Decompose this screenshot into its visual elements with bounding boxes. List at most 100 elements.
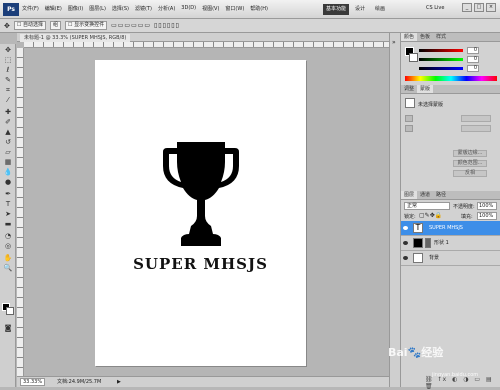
workspace-painting-button[interactable]: 绘画 — [372, 4, 388, 15]
auto-select-checkbox[interactable]: ☐ 自动选择 — [13, 21, 46, 30]
tab-paths[interactable]: 路径 — [433, 191, 449, 199]
eye-icon[interactable] — [403, 226, 408, 230]
feather-field[interactable] — [461, 125, 491, 132]
marquee-tool-icon[interactable]: ⬚ — [3, 56, 13, 65]
3d-rotate-tool-icon[interactable]: ◔ — [3, 232, 13, 241]
layer-row[interactable]: T SUPER MHSJS — [401, 221, 500, 236]
red-slider[interactable] — [419, 49, 463, 52]
eyedropper-tool-icon[interactable]: ⁄ — [3, 96, 13, 105]
tab-styles[interactable]: 样式 — [433, 33, 449, 41]
pixel-mask-icon[interactable] — [405, 115, 413, 122]
quick-select-tool-icon[interactable]: ✎ — [3, 76, 13, 85]
mask-edge-button[interactable]: 蒙版边缘... — [453, 150, 487, 157]
canvas[interactable] — [95, 60, 306, 366]
density-field[interactable] — [461, 115, 491, 122]
menu-help[interactable]: 帮助(H) — [250, 5, 268, 12]
blue-value[interactable]: 0 — [467, 65, 479, 72]
move-tool-icon[interactable]: ✥ — [4, 22, 10, 30]
collapse-icon[interactable]: » — [392, 39, 396, 46]
brush-tool-icon[interactable]: ✐ — [3, 118, 13, 127]
layer-row[interactable]: 背景 — [401, 251, 500, 266]
vector-mask-thumbnail — [425, 238, 431, 248]
cs-live-button[interactable]: CS Live — [426, 5, 444, 11]
minimize-icon[interactable]: _ — [462, 3, 472, 12]
move-tool-icon[interactable]: ✥ — [3, 46, 13, 55]
fill-field[interactable]: 100% — [477, 212, 497, 220]
tab-channels[interactable]: 通道 — [417, 191, 433, 199]
green-value[interactable]: 0 — [467, 56, 479, 63]
menu-file[interactable]: 文件(F) — [22, 5, 39, 12]
status-arrow-icon[interactable]: ▶ — [117, 377, 121, 388]
text-layer-icon: T — [413, 223, 423, 233]
color-panel-tabs: 颜色 色板 样式 — [401, 33, 500, 42]
path-select-tool-icon[interactable]: ➤ — [3, 210, 13, 219]
tab-masks[interactable]: 蒙版 — [417, 85, 434, 93]
3d-orbit-tool-icon[interactable]: ◎ — [3, 242, 13, 251]
document-tab-title: 未标题-1 @ 33.3% (SUPER MHSJS, RGB/8) — [20, 34, 131, 42]
dodge-tool-icon[interactable]: ● — [3, 178, 13, 187]
color-range-button[interactable]: 颜色范围... — [453, 160, 487, 167]
blend-mode-select[interactable]: 正常 — [404, 202, 450, 210]
status-bar: 33.33% 文档:24.9M/25.7M ▶ — [17, 376, 389, 387]
type-tool-icon[interactable]: T — [3, 200, 13, 209]
red-value[interactable]: 0 — [467, 47, 479, 54]
zoom-field[interactable]: 33.33% — [20, 378, 46, 386]
menu-3d[interactable]: 3D(D) — [181, 5, 196, 12]
healing-tool-icon[interactable]: ✚ — [3, 108, 13, 117]
panel-background-swatch[interactable] — [409, 53, 418, 62]
green-slider[interactable] — [419, 58, 463, 61]
blur-tool-icon[interactable]: 💧 — [3, 168, 13, 177]
document-size: 文档:24.9M/25.7M — [57, 379, 102, 385]
tab-adjustments[interactable]: 调整 — [401, 85, 417, 93]
tab-swatches[interactable]: 色板 — [417, 33, 433, 41]
background-thumbnail — [413, 253, 423, 263]
auto-select-label: 自动选择 — [22, 22, 43, 28]
layer-row[interactable]: 形状 1 — [401, 236, 500, 251]
menu-window[interactable]: 窗口(W) — [225, 5, 244, 12]
pen-tool-icon[interactable]: ✒ — [3, 190, 13, 199]
workspace-design-button[interactable]: 设计 — [352, 4, 368, 15]
tab-layers[interactable]: 图层 — [401, 191, 418, 199]
tab-color[interactable]: 颜色 — [401, 33, 418, 41]
history-brush-icon[interactable]: ↺ — [3, 138, 13, 147]
eye-icon[interactable] — [403, 256, 408, 260]
gradient-tool-icon[interactable]: ▦ — [3, 158, 13, 167]
document-tab[interactable]: 未标题-1 @ 33.3% (SUPER MHSJS, RGB/8) — [17, 33, 389, 42]
toolbox: ✥ ⬚ ℓ ✎ ⌗ ⁄ ✚ ✐ ▲ ↺ ▱ ▦ 💧 ● ✒ T ➤ ▬ ◔ ◎ … — [0, 44, 16, 387]
eye-icon[interactable] — [403, 241, 408, 245]
mask-title: 未选择蒙版 — [418, 102, 444, 108]
color-spectrum[interactable] — [405, 76, 497, 81]
vector-mask-icon[interactable] — [405, 125, 413, 132]
invert-button[interactable]: 反相 — [453, 170, 487, 177]
menu-select[interactable]: 选择(S) — [112, 5, 129, 12]
show-transform-checkbox[interactable]: ☐ 显示变换控件 — [64, 21, 108, 30]
menu-filter[interactable]: 滤镜(T) — [135, 5, 152, 12]
lock-icons[interactable]: ▢✎✥🔒 — [419, 212, 442, 219]
menu-image[interactable]: 图像(I) — [68, 5, 83, 12]
layer-footer-icons[interactable]: ⛓ fx ◐ ◑ ▭ ▤ 🗑 — [425, 376, 500, 390]
align-icons[interactable]: ▭▭▭▭▭▭ ▯▯▯▯▯▯ — [111, 22, 180, 29]
auto-select-dropdown[interactable]: 组 — [49, 21, 61, 30]
zoom-tool-icon[interactable]: 🔍 — [3, 264, 13, 273]
shape-tool-icon[interactable]: ▬ — [3, 220, 13, 229]
maximize-icon[interactable]: □ — [474, 3, 484, 12]
eraser-tool-icon[interactable]: ▱ — [3, 148, 13, 157]
workspace-essentials-button[interactable]: 基本功能 — [323, 4, 350, 15]
menu-view[interactable]: 视图(V) — [202, 5, 219, 12]
vertical-ruler — [17, 48, 24, 376]
menu-edit[interactable]: 编辑(E) — [45, 5, 62, 12]
lasso-tool-icon[interactable]: ℓ — [3, 66, 13, 75]
crop-tool-icon[interactable]: ⌗ — [3, 86, 13, 95]
hand-tool-icon[interactable]: ✋ — [3, 254, 13, 263]
horizontal-ruler — [24, 42, 389, 48]
quick-mask-icon[interactable]: ◙ — [3, 324, 13, 333]
shape-thumbnail — [413, 238, 423, 248]
opacity-field[interactable]: 100% — [477, 202, 497, 210]
menu-layer[interactable]: 图层(L) — [89, 5, 106, 12]
close-icon[interactable]: × — [486, 3, 496, 12]
canvas-title-text: SUPER MHSJS — [133, 255, 268, 273]
blue-slider[interactable] — [419, 67, 463, 70]
background-color-swatch[interactable] — [6, 307, 14, 315]
menu-analysis[interactable]: 分析(A) — [158, 5, 175, 12]
stamp-tool-icon[interactable]: ▲ — [3, 128, 13, 137]
